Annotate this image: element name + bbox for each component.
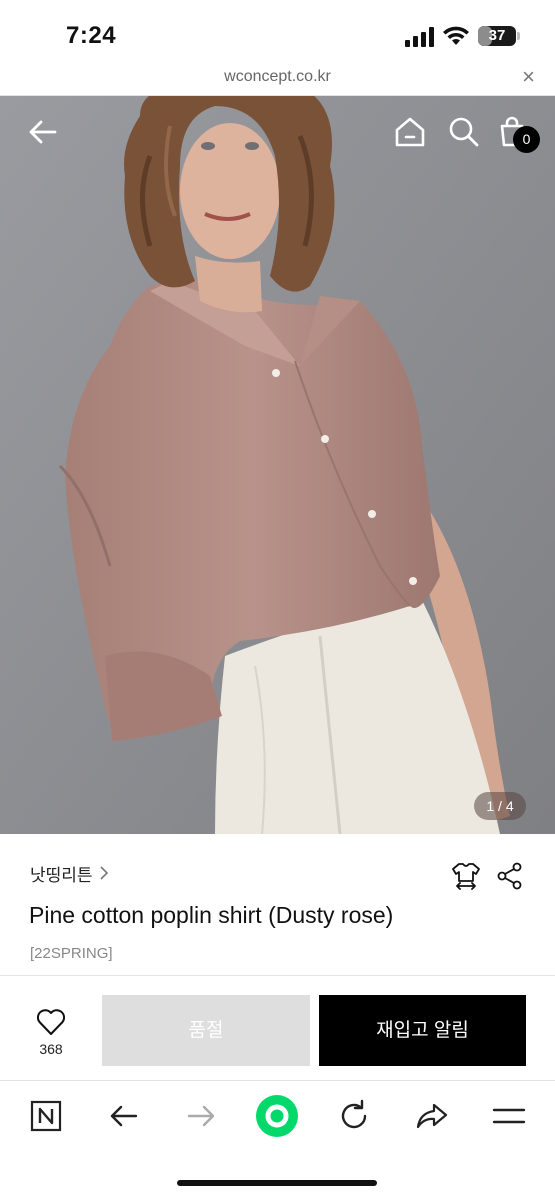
back-arrow-icon[interactable] <box>25 114 61 150</box>
naver-n-icon[interactable] <box>26 1096 66 1136</box>
cellular-signal-icon <box>405 27 434 47</box>
reload-icon[interactable] <box>334 1096 374 1136</box>
battery-percent: 37 <box>488 27 506 44</box>
like-button[interactable]: 368 <box>22 1008 80 1058</box>
url-text[interactable]: wconcept.co.kr <box>0 68 555 86</box>
menu-icon[interactable] <box>489 1096 529 1136</box>
close-icon[interactable]: × <box>522 64 535 90</box>
restock-alert-button[interactable]: 재입고 알림 <box>319 995 526 1066</box>
search-icon[interactable] <box>446 114 482 150</box>
soldout-button[interactable]: 품절 <box>102 995 310 1066</box>
gallery-page-indicator: 1 / 4 <box>474 792 526 820</box>
cart-count-badge[interactable]: 0 <box>513 126 540 153</box>
product-photo <box>0 96 555 834</box>
back-arrow-icon[interactable] <box>104 1096 144 1136</box>
share-forward-icon[interactable] <box>412 1096 452 1136</box>
status-time: 7:24 <box>66 22 117 49</box>
product-title: Pine cotton poplin shirt (Dusty rose) <box>29 902 394 928</box>
url-bar[interactable]: wconcept.co.kr × <box>0 60 555 96</box>
share-icon[interactable] <box>495 861 525 891</box>
like-count: 368 <box>39 1041 63 1057</box>
divider <box>0 975 555 976</box>
forward-arrow-icon[interactable] <box>181 1096 221 1136</box>
chevron-right-icon <box>99 866 108 880</box>
battery-icon: 37 <box>478 26 516 46</box>
green-home-icon[interactable] <box>255 1094 299 1138</box>
season-tag: [22SPRING] <box>30 945 113 962</box>
battery-tip <box>517 32 520 40</box>
wifi-icon <box>443 26 469 45</box>
home-icon[interactable] <box>392 114 428 150</box>
brand-name[interactable]: 낫띵리튼 <box>30 861 93 886</box>
heart-icon[interactable] <box>36 1008 66 1036</box>
product-image-gallery[interactable] <box>0 96 555 834</box>
size-guide-shirt-icon[interactable] <box>451 861 481 891</box>
home-indicator[interactable] <box>177 1180 377 1186</box>
brand-link[interactable]: 낫띵리튼 <box>30 861 109 886</box>
